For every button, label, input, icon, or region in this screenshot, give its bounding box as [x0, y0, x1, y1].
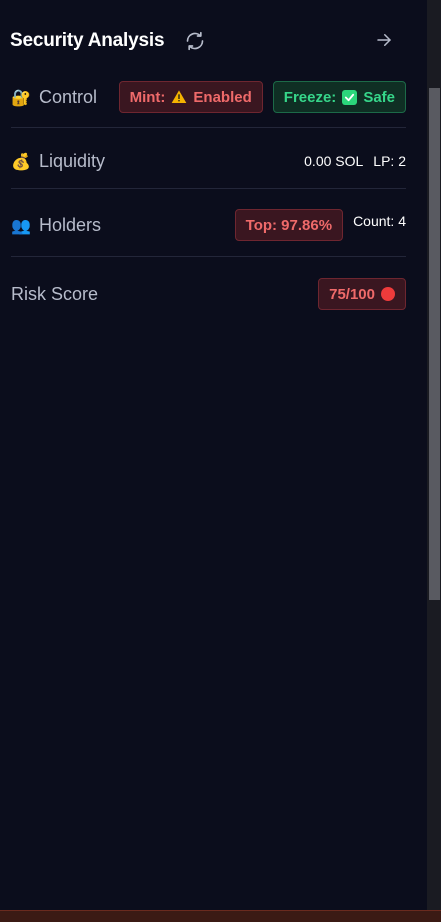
checkbox-check-icon [342, 89, 358, 105]
top-holders-badge: Top: 97.86% [234, 209, 344, 241]
holders-label-group: 👥 Holders [11, 215, 101, 236]
liquidity-sol-value: 0.00 SOL [304, 153, 364, 169]
liquidity-values: 0.00 SOL LP: 2 [304, 153, 406, 169]
holders-row: 👥 Holders Top: 97.86% Count: 4 [11, 208, 406, 242]
holders-count: Count: 4 [353, 213, 406, 229]
risk-score-badge: 75/100 [318, 278, 406, 310]
mint-value: Enabled [193, 88, 252, 106]
freeze-label: Freeze: [283, 88, 337, 106]
control-label-group: 🔐 Control [11, 87, 97, 108]
control-label: Control [39, 86, 98, 107]
warning-icon [172, 90, 187, 103]
risk-label-group: Risk Score [11, 284, 98, 305]
risk-score-label: Risk Score [11, 283, 99, 304]
liquidity-label-group: 💰 Liquidity [11, 151, 105, 172]
holders-values: Top: 97.86% Count: 4 [234, 209, 406, 241]
arrow-right-icon[interactable] [373, 29, 395, 51]
risk-score-row: Risk Score 75/100 [11, 277, 406, 311]
scrollbar-thumb[interactable] [429, 88, 440, 600]
control-row: 🔐 Control Mint: Enabled Freeze: Safe [11, 80, 406, 114]
risk-values: 75/100 [318, 278, 406, 310]
risk-score-value: 75/100 [329, 285, 375, 303]
people-icon: 👥 [11, 215, 31, 235]
liquidity-label: Liquidity [39, 150, 106, 171]
liquidity-lp-value: LP: 2 [373, 153, 406, 169]
panel-header: Security Analysis [10, 26, 407, 56]
security-analysis-panel: Security Analysis 🔐 Control Mint: Enable… [0, 0, 427, 910]
liquidity-row: 💰 Liquidity 0.00 SOL LP: 2 [11, 146, 406, 176]
bottom-edge-strip [0, 910, 441, 922]
red-circle-icon [381, 287, 395, 301]
lock-key-icon: 🔐 [11, 87, 31, 107]
divider [11, 127, 406, 128]
mint-label: Mint: [129, 88, 166, 106]
money-bag-icon: 💰 [11, 151, 31, 171]
freeze-status-badge: Freeze: Safe [272, 81, 406, 113]
panel-title: Security Analysis [10, 30, 165, 51]
holders-label: Holders [39, 214, 102, 235]
divider [11, 188, 406, 189]
refresh-icon[interactable] [184, 30, 206, 52]
mint-status-badge: Mint: Enabled [118, 81, 263, 113]
control-badges: Mint: Enabled Freeze: Safe [118, 81, 406, 113]
freeze-value: Safe [363, 88, 395, 106]
divider [11, 256, 406, 257]
